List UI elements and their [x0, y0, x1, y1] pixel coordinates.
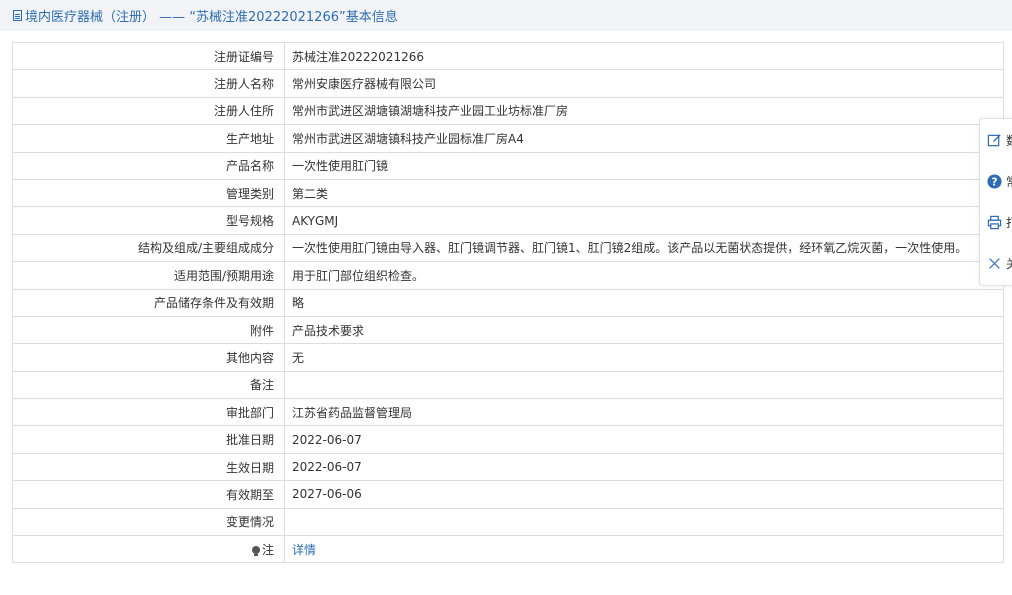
field-label: 适用范围/预期用途 — [12, 261, 285, 290]
table-row: 管理类别 第二类 — [12, 178, 1004, 208]
lightbulb-icon — [251, 545, 260, 556]
field-value: 常州市武进区湖塘镇科技产业园标准厂房A4 — [284, 124, 1004, 153]
field-label: 生效日期 — [12, 452, 285, 482]
side-toolbar-help-button[interactable]: ? 常 — [980, 161, 1012, 201]
table-row: 注册证编号 苏械注准20222021266 — [12, 41, 1004, 71]
field-label: 备注 — [12, 370, 285, 400]
field-label: 附件 — [12, 315, 285, 345]
page-title: 境内医疗器械（注册） —— “苏械注准20222021266”基本信息 — [25, 10, 398, 25]
table-row: 批准日期 2022-06-07 — [12, 425, 1004, 454]
edit-icon — [986, 132, 1002, 148]
note-label: 注 — [261, 542, 274, 557]
table-row: 注册人名称 常州安康医疗器械有限公司 — [12, 69, 1004, 98]
field-value: 常州安康医疗器械有限公司 — [284, 69, 1004, 98]
info-table-body: 注册证编号 苏械注准20222021266 注册人名称 常州安康医疗器械有限公司 注册人… — [12, 41, 1004, 564]
svg-text:?: ? — [991, 176, 997, 188]
table-row: 有效期至 2027-06-06 — [12, 480, 1004, 509]
field-label: 审批部门 — [12, 398, 285, 427]
help-icon: ? — [986, 173, 1002, 189]
field-label: 产品储存条件及有效期 — [12, 288, 285, 317]
field-value: 用于肛门部位组织检查。 — [284, 261, 1004, 290]
field-label: 注册证编号 — [12, 41, 285, 71]
field-value: 详情 — [284, 535, 1004, 564]
table-row: 产品名称 一次性使用肛门镜 — [12, 151, 1004, 180]
table-row: 产品储存条件及有效期略 — [12, 288, 1004, 317]
field-value: 第二类 — [284, 178, 1004, 208]
field-value — [284, 370, 1004, 400]
document-icon — [13, 10, 22, 21]
table-row: 变更情况 — [12, 507, 1004, 537]
side-toolbar-label: 数 — [1006, 132, 1012, 149]
field-label: 结构及组成/主要组成成分 — [12, 233, 285, 263]
detail-link[interactable]: 详情 — [292, 543, 316, 557]
field-label: 型号规格 — [12, 206, 285, 235]
side-toolbar: 数 ? 常 打 关 — [979, 118, 1012, 286]
page-header: 境内医疗器械（注册） —— “苏械注准20222021266”基本信息 — [0, 0, 1012, 31]
table-row: 其他内容无 — [12, 343, 1004, 372]
field-value: 产品技术要求 — [284, 315, 1004, 345]
field-value: 2027-06-06 — [284, 480, 1004, 509]
side-toolbar-feedback-button[interactable]: 数 — [980, 120, 1012, 160]
field-label: 其他内容 — [12, 343, 285, 372]
field-value — [284, 507, 1004, 537]
field-label: 注册人住所 — [12, 96, 285, 126]
field-label: 生产地址 — [12, 124, 285, 153]
field-value: AKYGMJ — [284, 206, 1004, 235]
table-row: 备注 — [12, 370, 1004, 400]
field-label: 批准日期 — [12, 425, 285, 454]
table-row: 结构及组成/主要组成成分 一次性使用肛门镜由导入器、肛门镜调节器、肛门镜1、肛门镜… — [12, 233, 1004, 263]
side-toolbar-label: 打 — [1006, 214, 1012, 231]
field-value: 一次性使用肛门镜 — [284, 151, 1004, 180]
side-toolbar-print-button[interactable]: 打 — [980, 202, 1012, 242]
field-label: 注 — [12, 535, 285, 564]
field-value: 江苏省药品监督管理局 — [284, 398, 1004, 427]
field-label: 管理类别 — [12, 178, 285, 208]
table-row: 生产地址 常州市武进区湖塘镇科技产业园标准厂房A4 — [12, 124, 1004, 153]
field-value: 2022-06-07 — [284, 425, 1004, 454]
field-value: 略 — [284, 288, 1004, 317]
info-table: 注册证编号 苏械注准20222021266 注册人名称 常州安康医疗器械有限公司 注册人… — [12, 41, 1004, 564]
table-row: 审批部门 江苏省药品监督管理局 — [12, 398, 1004, 427]
table-row: 生效日期 2022-06-07 — [12, 452, 1004, 482]
field-value: 苏械注准20222021266 — [284, 41, 1004, 71]
side-toolbar-label: 常 — [1006, 173, 1012, 190]
side-toolbar-label: 关 — [1006, 255, 1012, 272]
field-label: 有效期至 — [12, 480, 285, 509]
table-row-note: 注 详情 — [12, 535, 1004, 564]
field-value: 一次性使用肛门镜由导入器、肛门镜调节器、肛门镜1、肛门镜2组成。该产品以无菌状态… — [284, 233, 1004, 263]
field-label: 注册人名称 — [12, 69, 285, 98]
field-value: 2022-06-07 — [284, 452, 1004, 482]
field-label: 产品名称 — [12, 151, 285, 180]
field-label: 变更情况 — [12, 507, 285, 537]
table-row: 型号规格 AKYGMJ — [12, 206, 1004, 235]
side-toolbar-close-button[interactable]: 关 — [980, 243, 1012, 283]
table-row: 注册人住所 常州市武进区湖塘镇湖塘科技产业园工业坊标准厂房 — [12, 96, 1004, 126]
field-value: 常州市武进区湖塘镇湖塘科技产业园工业坊标准厂房 — [284, 96, 1004, 126]
close-icon — [986, 255, 1002, 271]
print-icon — [986, 214, 1002, 230]
table-row: 附件 产品技术要求 — [12, 315, 1004, 345]
field-value: 无 — [284, 343, 1004, 372]
table-row: 适用范围/预期用途 用于肛门部位组织检查。 — [12, 261, 1004, 290]
